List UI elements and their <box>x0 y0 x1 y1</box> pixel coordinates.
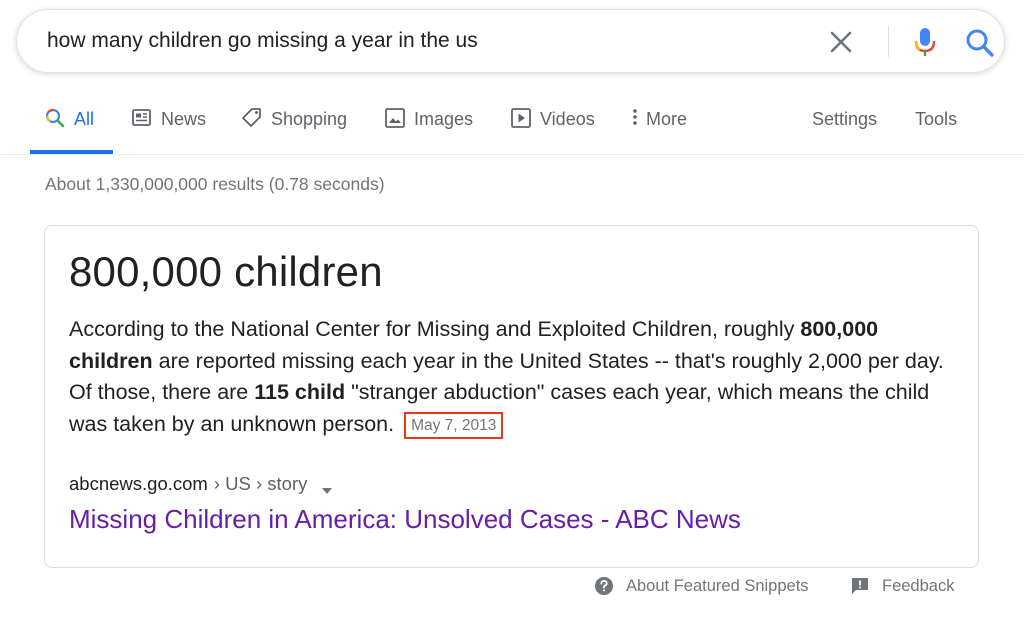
tools-button[interactable]: Tools <box>915 96 957 154</box>
search-results-page: All News Shopping <box>0 0 1024 638</box>
result-citation: abcnews.go.com › US › story <box>69 473 333 495</box>
tabs-divider <box>0 154 1024 155</box>
feedback-icon <box>850 576 870 596</box>
snippet-text: According to the National Center for Mis… <box>69 314 949 440</box>
more-vertical-icon <box>628 107 642 129</box>
microphone-icon[interactable] <box>907 24 943 60</box>
search-tabs: All News Shopping Images Videos More Set… <box>0 96 1024 154</box>
tab-shopping[interactable]: Shopping <box>241 96 347 154</box>
tag-icon <box>241 107 263 129</box>
feedback-label: Feedback <box>882 576 955 595</box>
tab-videos-label: Videos <box>540 109 595 129</box>
result-title-link[interactable]: Missing Children in America: Unsolved Ca… <box>69 504 741 535</box>
tab-images[interactable]: Images <box>384 96 473 154</box>
about-featured-snippets-link[interactable]: About Featured Snippets <box>594 574 809 598</box>
dropdown-arrow-icon[interactable] <box>321 479 333 494</box>
play-icon <box>510 107 532 129</box>
tools-label: Tools <box>915 109 958 129</box>
search-input[interactable] <box>47 24 807 58</box>
tab-news-label: News <box>161 109 207 129</box>
tab-images-label: Images <box>414 109 474 129</box>
tab-news[interactable]: News <box>131 96 206 154</box>
tab-more[interactable]: More <box>628 96 687 154</box>
about-featured-snippets-label: About Featured Snippets <box>626 576 809 595</box>
help-circle-icon <box>594 576 614 596</box>
search-icon <box>44 107 66 129</box>
featured-snippet: 800,000 children According to the Nation… <box>44 225 979 568</box>
result-stats: About 1,330,000,000 results (0.78 second… <box>45 174 385 194</box>
cite-breadcrumb: › US › story <box>213 473 308 494</box>
feedback-link[interactable]: Feedback <box>850 574 954 598</box>
image-icon <box>384 107 406 129</box>
settings-button[interactable]: Settings <box>812 96 877 154</box>
tab-shopping-label: Shopping <box>271 109 348 129</box>
news-icon <box>131 107 153 129</box>
clear-icon[interactable] <box>823 24 859 60</box>
settings-label: Settings <box>812 109 878 129</box>
tab-more-label: More <box>646 109 688 129</box>
tab-all[interactable]: All <box>44 96 94 154</box>
search-bar <box>16 9 1005 73</box>
tab-videos[interactable]: Videos <box>510 96 595 154</box>
snippet-text-part: According to the National Center for Mis… <box>69 317 801 341</box>
snippet-text-bold: 115 child <box>254 380 346 404</box>
search-bar-divider <box>888 26 889 57</box>
cite-domain: abcnews.go.com <box>69 473 208 494</box>
snippet-answer: 800,000 children <box>69 248 383 295</box>
snippet-date: May 7, 2013 <box>404 411 504 439</box>
tab-all-label: All <box>74 109 95 129</box>
search-icon[interactable] <box>961 24 999 62</box>
